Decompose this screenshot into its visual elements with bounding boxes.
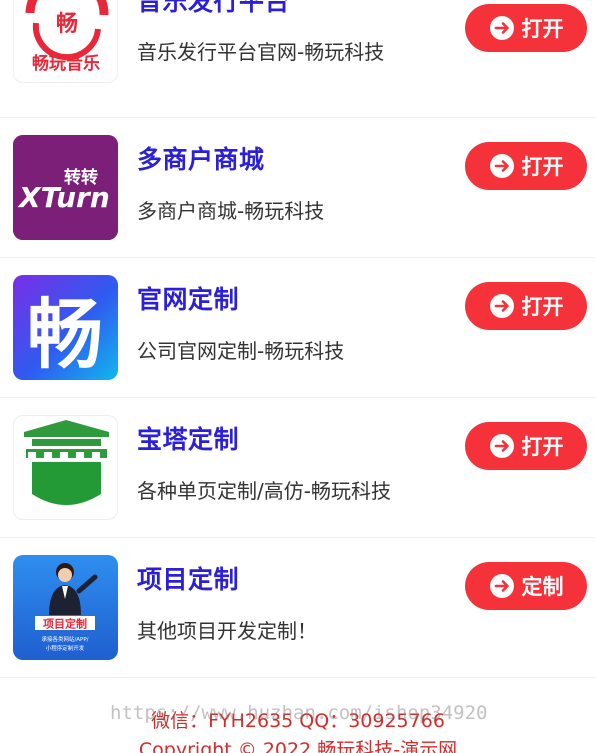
- list-item[interactable]: 项目定制 承接各类网站/APP/ 小程序定制开发 项目定制 其他项目开发定制！ …: [0, 538, 596, 678]
- list-item[interactable]: 畅 畅玩音乐 音乐发行平台 音乐发行平台官网-畅玩科技 打开: [0, 0, 596, 118]
- watermark: https://www.huzhan.com/ishop34920: [110, 702, 488, 724]
- arrow-right-circle-icon: [489, 433, 515, 459]
- arrow-right-circle-icon: [489, 573, 515, 599]
- baota-tower-icon[interactable]: [13, 415, 118, 520]
- xturn-icon[interactable]: 转转 XTurn: [13, 135, 118, 240]
- open-button-label: 打开: [521, 17, 564, 41]
- open-button-label: 打开: [521, 155, 564, 179]
- open-button-label: 打开: [521, 435, 564, 459]
- music-platform-icon[interactable]: 畅 畅玩音乐: [13, 0, 118, 83]
- arrow-right-circle-icon: [489, 15, 515, 41]
- list-item[interactable]: 转转 XTurn 多商户商城 多商户商城-畅玩科技 打开: [0, 118, 596, 258]
- open-button[interactable]: 打开: [465, 282, 587, 330]
- open-button[interactable]: 打开: [465, 4, 587, 52]
- footer-copyright: Copyright © 2022 畅玩科技-演示网: [138, 739, 458, 753]
- customize-button[interactable]: 定制: [465, 562, 587, 610]
- arrow-right-circle-icon: [489, 153, 515, 179]
- open-button[interactable]: 打开: [465, 422, 587, 470]
- app-description: 其他项目开发定制！: [137, 619, 317, 643]
- project-icon-subtext-1: 承接各类网站/APP/: [41, 635, 88, 643]
- arrow-right-circle-icon: [489, 293, 515, 319]
- app-description: 多商户商城-畅玩科技: [137, 199, 325, 223]
- xturn-icon-main-label: XTurn: [17, 181, 110, 214]
- chang-logo-icon[interactable]: 畅: [13, 275, 118, 380]
- app-title[interactable]: 宝塔定制: [137, 420, 239, 456]
- app-description: 音乐发行平台官网-畅玩科技: [137, 40, 385, 64]
- svg-text:畅: 畅: [56, 12, 78, 37]
- open-button[interactable]: 打开: [465, 142, 587, 190]
- list-item[interactable]: 宝塔定制 各种单页定制/高仿-畅玩科技 打开: [0, 398, 596, 538]
- project-icon-label: 项目定制: [43, 617, 87, 631]
- open-button-label: 打开: [521, 295, 564, 319]
- chang-icon-glyph: 畅: [27, 290, 103, 379]
- music-icon-label: 畅玩音乐: [32, 53, 100, 74]
- app-title[interactable]: 官网定制: [137, 280, 239, 316]
- app-description: 公司官网定制-畅玩科技: [137, 339, 345, 363]
- list-item[interactable]: 畅 官网定制 公司官网定制-畅玩科技 打开: [0, 258, 596, 398]
- divider: [0, 677, 596, 678]
- project-custom-icon[interactable]: 项目定制 承接各类网站/APP/ 小程序定制开发: [13, 555, 118, 660]
- app-description: 各种单页定制/高仿-畅玩科技: [137, 479, 391, 503]
- customize-button-label: 定制: [521, 575, 564, 599]
- app-title[interactable]: 项目定制: [137, 560, 239, 596]
- project-icon-subtext-2: 小程序定制开发: [46, 644, 85, 652]
- app-title[interactable]: 音乐发行平台: [137, 0, 290, 18]
- app-title[interactable]: 多商户商城: [137, 140, 265, 176]
